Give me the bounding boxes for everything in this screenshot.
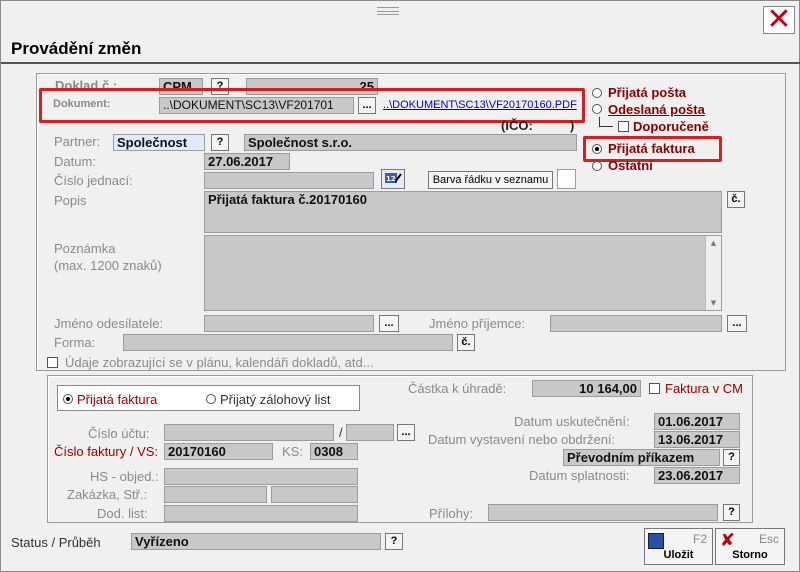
poznamka-scrollbar[interactable]: ▲ ▼ — [705, 236, 721, 310]
faktura-cm-label: Faktura v CM — [665, 381, 744, 396]
radio-tab-zalohovy[interactable] — [206, 394, 216, 404]
doporucene-label: Doporučeně — [633, 119, 709, 134]
save-icon — [648, 533, 664, 549]
datum-field[interactable]: 27.06.2017 — [204, 153, 290, 170]
odesilatel-field[interactable] — [204, 315, 374, 332]
radio-ostatni[interactable] — [592, 161, 602, 171]
save-label: Uložit — [663, 549, 694, 561]
castka-label: Částka k úhradě: — [408, 381, 507, 396]
poznamka-field[interactable] — [204, 235, 722, 311]
dialog-window: ✕ Provádění změn Doklad č.: CPM ? 25 Dok… — [0, 0, 800, 572]
cislo-uctu-browse-button[interactable]: ... — [397, 424, 415, 441]
popis-label: Popis — [54, 193, 87, 208]
cancel-button[interactable]: ✘ Esc Storno — [715, 528, 785, 565]
ico-close: ) — [570, 118, 575, 133]
cancel-label: Storno — [732, 549, 768, 561]
cislo-jednaci-label: Číslo jednací: — [54, 173, 133, 188]
cislo-uctu-slash: / — [339, 425, 343, 440]
forma-button[interactable]: č. — [457, 334, 475, 351]
scroll-up-icon[interactable]: ▲ — [706, 239, 721, 247]
cislo-faktury-field[interactable]: 20170160 — [164, 443, 273, 460]
prijemce-label: Jméno příjemce: — [429, 316, 526, 331]
barva-swatch[interactable] — [557, 169, 576, 189]
datum-vyst-field[interactable]: 13.06.2017 — [654, 431, 740, 448]
save-button[interactable]: F2 Uložit — [644, 528, 713, 565]
platba-help-button[interactable]: ? — [723, 449, 740, 466]
radio-odeslana-posta[interactable] — [592, 104, 602, 114]
doporucene-connector — [599, 117, 613, 127]
doporucene-checkbox[interactable] — [618, 121, 629, 132]
prilohy-label: Přílohy: — [429, 506, 474, 521]
cislo-jednaci-field[interactable] — [204, 172, 374, 189]
stredisko-field[interactable] — [271, 486, 358, 503]
title-divider — [1, 62, 800, 64]
poznamka-sublabel: (max. 1200 znaků) — [54, 258, 162, 273]
popis-button[interactable]: č. — [727, 191, 745, 208]
tab-zalohovy-label: Přijatý zálohový list — [220, 392, 331, 407]
status-field[interactable]: Vyřízeno — [131, 533, 381, 550]
cislo-uctu-label: Číslo účtu: — [88, 426, 150, 441]
resize-grip[interactable] — [377, 7, 399, 15]
cislo-faktury-label: Číslo faktury / VS: — [54, 444, 159, 459]
datum-label: Datum: — [54, 154, 96, 169]
kod-banky-field[interactable] — [346, 424, 394, 441]
prijemce-field[interactable] — [550, 315, 722, 332]
close-button[interactable]: ✕ — [763, 5, 795, 35]
zakazka-field[interactable] — [164, 486, 267, 503]
hs-field[interactable] — [164, 468, 358, 485]
status-help-button[interactable]: ? — [385, 533, 403, 550]
faktura-cm-checkbox[interactable] — [649, 383, 660, 394]
zakazka-label: Zakázka, Stř.: — [67, 487, 148, 502]
partner-help-button[interactable]: ? — [211, 134, 229, 151]
odeslana-posta-label: Odeslaná pošta — [608, 102, 705, 117]
ostatni-label: Ostatní — [608, 158, 653, 173]
partner-label: Partner: — [54, 134, 101, 149]
odesilatel-label: Jméno odesílatele: — [54, 316, 164, 331]
partner-field[interactable]: Společnost — [113, 134, 205, 151]
page-title: Provádění změn — [11, 39, 142, 58]
platba-field[interactable]: Převodním příkazem — [563, 449, 720, 466]
hs-label: HS - objed.: — [90, 469, 159, 484]
scroll-down-icon[interactable]: ▼ — [706, 299, 721, 307]
radio-tab-faktura[interactable] — [63, 394, 73, 404]
svg-text:12: 12 — [386, 175, 396, 183]
dod-field[interactable] — [164, 505, 358, 522]
cislo-jednaci-icon[interactable]: 12 — [381, 169, 405, 189]
ico-label: (IČO: — [501, 118, 533, 133]
udaje-label: Údaje zobrazující se v plánu, kalendáři … — [65, 355, 374, 370]
datum-vyst-label: Datum vystavení nebo obdržení: — [428, 432, 616, 447]
radio-prijata-posta[interactable] — [592, 88, 602, 98]
partner-name-field: Společnost s.r.o. — [244, 134, 577, 151]
cislo-uctu-field[interactable] — [164, 424, 334, 441]
forma-field[interactable] — [123, 334, 453, 351]
status-label: Status / Průběh — [11, 535, 101, 550]
datum-usk-field[interactable]: 01.06.2017 — [654, 413, 740, 430]
tab-faktura-label: Přijatá faktura — [77, 392, 158, 407]
udaje-checkbox[interactable] — [47, 357, 58, 368]
cancel-key-label: Esc — [758, 532, 779, 546]
barva-radku-button[interactable]: Barva řádku v seznamu — [428, 171, 553, 189]
prijemce-browse-button[interactable]: ... — [727, 315, 747, 332]
prilohy-help-button[interactable]: ? — [723, 504, 740, 521]
poznamka-label: Poznámka — [54, 241, 116, 256]
ks-label: KS: — [282, 444, 303, 459]
prilohy-field[interactable] — [488, 504, 718, 521]
castka-field[interactable]: 10 164,00 — [532, 380, 641, 397]
prijata-posta-label: Přijatá pošta — [608, 85, 687, 100]
datum-usk-label: Datum uskutečnění: — [514, 414, 630, 429]
odesilatel-browse-button[interactable]: ... — [379, 315, 399, 332]
datum-splat-field[interactable]: 23.06.2017 — [654, 467, 740, 484]
save-key-label: F2 — [692, 532, 707, 546]
popis-field[interactable]: Přijatá faktura č.20170160 — [204, 191, 722, 233]
cancel-icon: ✘ — [720, 530, 736, 551]
forma-label: Forma: — [54, 335, 96, 350]
datum-splat-label: Datum splatnosti: — [529, 468, 630, 483]
ks-field[interactable]: 0308 — [310, 443, 358, 460]
dod-label: Dod. list: — [97, 506, 148, 521]
